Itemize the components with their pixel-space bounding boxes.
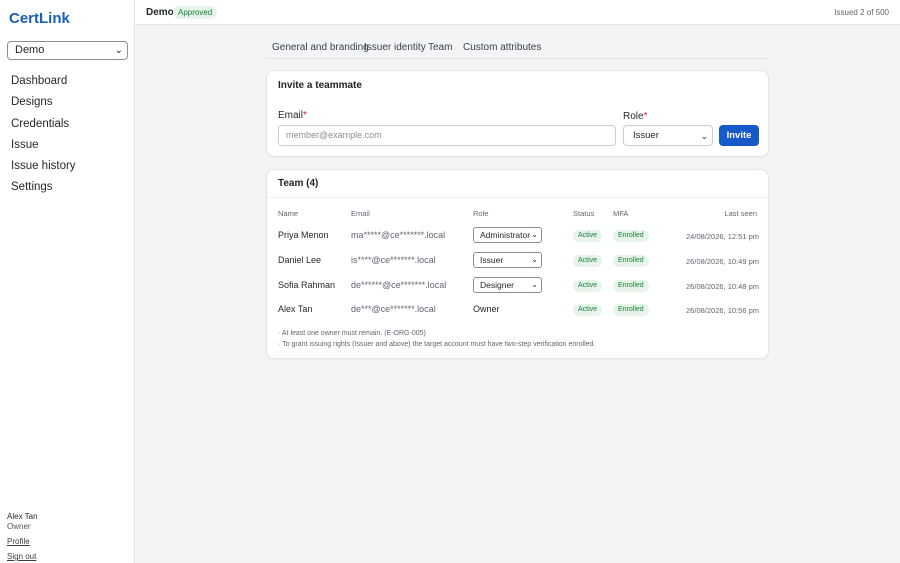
chevron-down-icon: ⌄ (531, 255, 538, 264)
sidebar-item-credentials[interactable]: Credentials (0, 114, 135, 135)
table-row: Daniel Lee is****@ce*******.local Issuer… (267, 250, 770, 272)
role-select-value: Issuer (633, 130, 659, 141)
mfa-badge: Enrolled (613, 255, 649, 267)
org-selector-value: Demo (15, 44, 45, 56)
tab-general-branding[interactable]: General and branding (272, 42, 369, 53)
member-name: Sofia Rahman (278, 280, 336, 290)
column-header-last-seen: Last seen (724, 209, 757, 218)
invite-title: Invite a teammate (278, 80, 362, 91)
org-name: Demo (146, 7, 174, 18)
role-select[interactable]: Issuer ⌄ (623, 125, 713, 146)
member-role-value: Administrator (480, 230, 531, 240)
user-name: Alex Tan (7, 512, 38, 521)
usage-counter: Issued 2 of 500 (834, 8, 889, 17)
member-email: ma*****@ce*******.local (351, 230, 446, 240)
sidebar-item-issue-history[interactable]: Issue history (0, 156, 135, 177)
status-badge: Active (573, 230, 603, 242)
org-selector[interactable]: Demo ⌄ (7, 41, 128, 60)
column-header-name: Name (278, 209, 299, 218)
sidebar-item-designs[interactable]: Designs (0, 92, 135, 113)
status-badge: Active (573, 304, 603, 316)
note-owner-rule: · At least one owner must remain. (E-ORG… (278, 330, 426, 337)
member-email: de******@ce*******.local (351, 280, 447, 290)
member-role-owner: Owner (473, 304, 500, 314)
email-label: Email* (278, 110, 307, 121)
member-name: Priya Menon (278, 230, 329, 240)
member-role-select[interactable]: Issuer ⌄ (473, 252, 542, 268)
settings-tabs: General and branding Issuer identity Tea… (266, 40, 769, 59)
invite-card: Invite a teammate Email* member@example.… (266, 70, 769, 157)
member-role-select[interactable]: Designer ⌄ (473, 277, 542, 293)
member-role-value: Designer (480, 280, 515, 290)
status-badge: Active (573, 255, 603, 267)
member-role-select[interactable]: Administrator ⌄ (473, 227, 542, 243)
column-header-email: Email (351, 209, 370, 218)
last-seen: 26/08/2026, 10:49 pm (686, 257, 759, 266)
sidebar: CertLink Demo ⌄ Dashboard Designs Creden… (0, 0, 135, 563)
email-label-text: Email (278, 110, 304, 121)
tab-custom-attributes[interactable]: Custom attributes (463, 42, 541, 53)
brand-logo[interactable]: CertLink (9, 10, 70, 27)
invite-button[interactable]: Invite (719, 125, 759, 146)
team-card: Team (4) Name Email Role Status MFA Last… (266, 169, 769, 359)
last-seen: 24/08/2026, 12:51 pm (686, 232, 759, 241)
sidebar-item-issue[interactable]: Issue (0, 135, 135, 156)
profile-link[interactable]: Profile (7, 537, 38, 546)
tab-issuer-identity[interactable]: Issuer identity (364, 42, 426, 53)
chevron-down-icon: ⌄ (700, 131, 708, 141)
status-badge: Approved (173, 6, 218, 19)
chevron-down-icon: ⌄ (531, 280, 538, 289)
role-label: Role* (623, 111, 647, 122)
member-email: de***@ce*******.local (351, 304, 436, 314)
member-name: Daniel Lee (278, 255, 322, 265)
member-role-value: Issuer (480, 255, 504, 265)
mfa-badge: Enrolled (613, 304, 649, 316)
table-row: Alex Tan de***@ce*******.local Owner Act… (267, 299, 770, 321)
chevron-down-icon: ⌄ (114, 45, 123, 56)
card-divider (267, 197, 768, 198)
email-field[interactable]: member@example.com (278, 125, 616, 146)
top-bar: Demo Approved Issued 2 of 500 (135, 0, 900, 25)
sign-out-link[interactable]: Sign out (7, 552, 38, 561)
sidebar-item-settings[interactable]: Settings (0, 177, 135, 198)
team-notes: · At least one owner must remain. (E-ORG… (278, 328, 595, 350)
note-mfa-rule: · To grant issuing rights (Issuer and ab… (278, 341, 596, 348)
chevron-down-icon: ⌄ (531, 230, 538, 239)
member-email: is****@ce*******.local (351, 255, 436, 265)
team-title: Team (4) (278, 178, 319, 189)
column-header-mfa: MFA (613, 209, 629, 218)
required-mark: * (303, 110, 307, 121)
user-block: Alex Tan Owner Profile Sign out (7, 512, 38, 561)
member-name: Alex Tan (278, 304, 313, 314)
mfa-badge: Enrolled (613, 280, 649, 292)
tab-team[interactable]: Team (428, 42, 452, 53)
required-mark: * (643, 111, 648, 122)
last-seen: 26/08/2026, 10:48 pm (686, 282, 759, 291)
role-label-text: Role (623, 111, 644, 122)
sidebar-item-dashboard[interactable]: Dashboard (0, 71, 135, 92)
column-header-role: Role (473, 209, 489, 218)
mfa-badge: Enrolled (613, 230, 649, 242)
sidebar-nav: Dashboard Designs Credentials Issue Issu… (0, 71, 135, 199)
table-row: Priya Menon ma*****@ce*******.local Admi… (267, 225, 770, 247)
status-badge: Active (573, 280, 603, 292)
user-role: Owner (7, 522, 31, 531)
table-row: Sofia Rahman de******@ce*******.local De… (267, 275, 770, 297)
column-header-status: Status (573, 209, 595, 218)
last-seen: 26/08/2026, 10:56 pm (686, 306, 759, 315)
